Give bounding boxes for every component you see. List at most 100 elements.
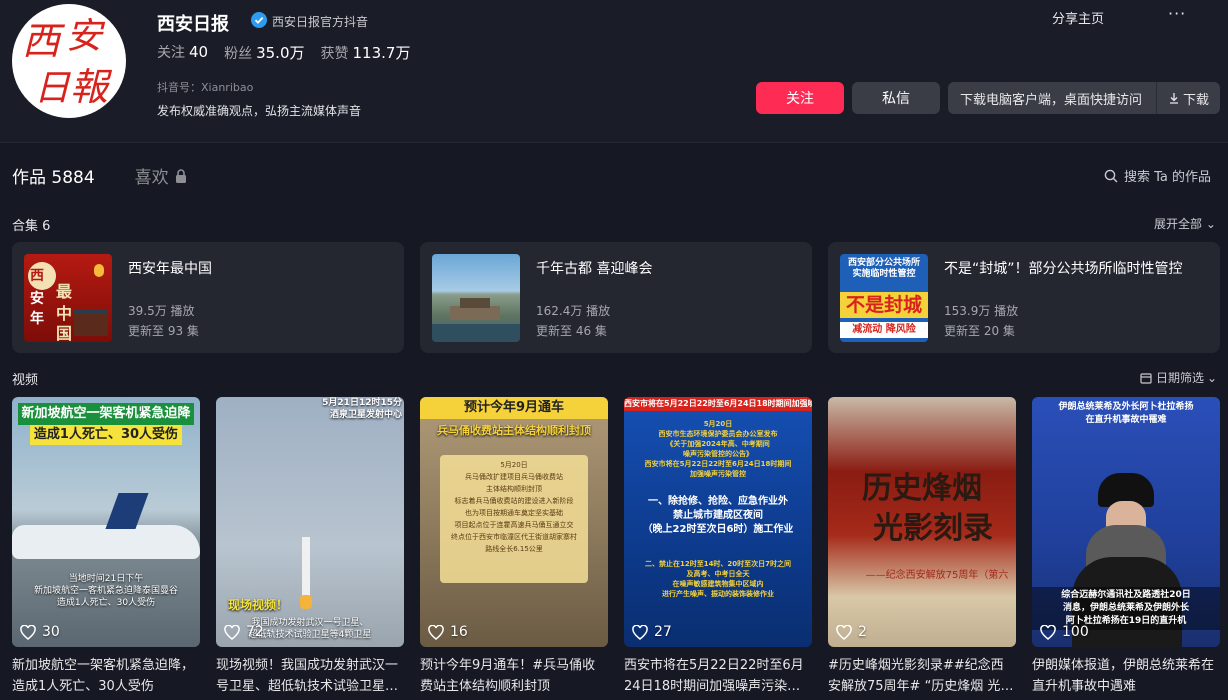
video-overlay-text: 当地时间21日下午 新加坡航空一客机紧急迫降泰国曼谷 造成1人死亡、30人受伤 <box>33 574 178 608</box>
share-profile-link[interactable]: 分享主页 <box>1052 8 1104 27</box>
video-caption[interactable]: 现场视频！我国成功发射武汉一号卫星、超低轨技术试验卫星等4颗卫星 <box>216 655 404 697</box>
stat-value: 113.7万 <box>352 44 411 62</box>
stat-following[interactable]: 关注 40 <box>157 42 208 63</box>
collection-card[interactable]: 千年古都 喜迎峰会 162.4万 播放 更新至 46 集 <box>420 242 812 353</box>
video-overlay-text: 5月20日 兵马俑改扩建项目兵马俑收费站 主体结构顺利封顶 标志着兵马俑收费站的… <box>451 461 577 553</box>
video-card[interactable]: 历史烽烟 光影刻录 ——纪念西安解放75周年（第六 2 #历史峰烟光影刻录##纪… <box>828 397 1016 697</box>
video-likes-count: 27 <box>654 624 672 640</box>
video-thumbnail[interactable]: 预计今年9月通车 兵马俑收费站主体结构顺利封顶 5月20日 兵马俑改扩建项目兵马… <box>420 397 608 647</box>
video-overlay-text: 一、除抢修、抢险、应急作业外 禁止城市建成区夜间 （晚上22时至次日6时）施工作… <box>642 496 794 535</box>
video-likes: 100 <box>1040 624 1089 640</box>
collection-thumb-text: 西安部分公共场所 实施临时性管控 <box>847 258 920 279</box>
video-likes-count: 30 <box>42 624 60 640</box>
avatar-logo: 西 安 日 報 <box>22 16 113 109</box>
video-thumbnail[interactable]: 新加坡航空一架客机紧急迫降 造成1人死亡、30人受伤 当地时间21日下午 新加坡… <box>12 397 200 647</box>
video-card[interactable]: 预计今年9月通车 兵马俑收费站主体结构顺利封顶 5月20日 兵马俑改扩建项目兵马… <box>420 397 608 697</box>
stat-likes: 获赞 113.7万 <box>321 42 411 63</box>
collection-thumb-text: 减流动 降风险 <box>840 322 928 338</box>
avatar-glyph-4: 報 <box>70 65 113 109</box>
collection-episodes: 更新至 93 集 <box>128 324 199 338</box>
avatar[interactable]: 西 安 日 報 <box>12 4 126 118</box>
search-icon <box>1104 169 1118 182</box>
calendar-icon <box>1140 372 1152 384</box>
heart-icon <box>224 624 240 640</box>
video-thumbnail[interactable]: 西安市将在5月22日22时至6月24日18时期间加强噪声污染管控 5月20日 西… <box>624 397 812 647</box>
verified-label: 西安日报官方抖音 <box>272 15 369 29</box>
video-overlay-text: 兵马俑收费站主体结构顺利封顶 <box>437 424 591 437</box>
tab-likes-label: 喜欢 <box>134 168 169 188</box>
more-options-icon[interactable]: ··· <box>1168 4 1186 23</box>
heart-icon <box>428 624 444 640</box>
collection-card[interactable]: 西安部分公共场所 实施临时性管控 不是封城 减流动 降风险 不是“封城”！部分公… <box>828 242 1220 353</box>
date-filter-button[interactable]: 日期筛选 ⌄ <box>1140 369 1217 386</box>
avatar-glyph-3: 日 <box>34 68 71 109</box>
collection-plays: 39.5万 播放 <box>128 304 195 318</box>
collection-thumb-text: 不是封城 <box>840 292 928 318</box>
video-caption[interactable]: 预计今年9月通车！#兵马俑收费站主体结构顺利封顶 <box>420 655 608 697</box>
tab-works-count: 5884 <box>51 168 95 188</box>
video-likes-count: 16 <box>450 624 468 640</box>
videos-title: 视频 <box>12 373 39 388</box>
video-likes: 30 <box>20 624 60 640</box>
video-overlay-text: 伊朗总统莱希及外长阿卜杜拉希扬 在直升机事故中罹难 <box>1058 402 1194 425</box>
tab-works-label: 作品 <box>12 168 46 188</box>
douyin-id: 抖音号：Xianribao <box>157 81 254 94</box>
stat-followers[interactable]: 粉丝 35.0万 <box>224 42 304 63</box>
lock-icon <box>175 168 186 183</box>
video-overlay-text: 造成1人死亡、30人受伤 <box>30 425 182 445</box>
video-overlay-text: 西安市将在5月22日22时至6月24日18时期间加强噪声污染管控 <box>624 397 812 411</box>
collection-thumbnail <box>432 254 520 342</box>
video-likes-count: 100 <box>1062 624 1089 640</box>
collection-thumb-char: 最 <box>56 282 73 301</box>
video-likes-count: 2 <box>858 624 867 640</box>
video-thumbnail[interactable]: 历史烽烟 光影刻录 ——纪念西安解放75周年（第六 2 <box>828 397 1016 647</box>
tab-works[interactable]: 作品 5884 <box>12 163 95 188</box>
download-client-button[interactable]: 下载电脑客户端，桌面快捷访问 下载 <box>948 82 1220 114</box>
search-works-label: 搜索 Ta 的作品 <box>1124 170 1212 185</box>
stat-label: 获赞 <box>320 46 349 62</box>
video-overlay-text: 历史烽烟 <box>862 471 982 506</box>
stat-value: 40 <box>189 43 209 61</box>
tab-likes[interactable]: 喜欢 <box>135 163 187 188</box>
expand-all-button[interactable]: 展开全部 ⌄ <box>1154 215 1216 232</box>
collection-episodes: 更新至 46 集 <box>536 324 607 338</box>
collections-title: 合集 6 <box>12 219 51 234</box>
video-overlay-text: 5月20日 西安市生态环境保护委员会办公室发布 《关于加强2024年高、中考期间… <box>644 420 792 478</box>
download-icon <box>1169 93 1178 104</box>
video-caption[interactable]: 西安市将在5月22日22时至6月24日18时期间加强噪声污染管控 <box>624 655 812 697</box>
video-caption[interactable]: 伊朗媒体报道，伊朗总统莱希在直升机事故中遇难 <box>1032 655 1220 697</box>
heart-icon <box>20 624 36 640</box>
video-overlay-text: 二、禁止在12时至14时、20时至次日7时之间 及高考、中考日全天 在噪声敏感建… <box>644 560 792 598</box>
video-overlay-text: 新加坡航空一架客机紧急迫降 <box>18 403 194 425</box>
avatar-glyph-1: 西 <box>22 19 66 63</box>
download-button[interactable]: 下载 <box>1156 82 1220 114</box>
video-card[interactable]: 伊朗总统莱希及外长阿卜杜拉希扬 在直升机事故中罹难 综合迈赫尔通讯社及路透社20… <box>1032 397 1220 697</box>
stat-label: 粉丝 <box>224 46 253 62</box>
collection-thumb-char: 年 <box>30 311 44 327</box>
collection-title: 千年古都 喜迎峰会 <box>536 261 653 277</box>
video-likes: 16 <box>428 624 468 640</box>
collection-plays: 153.9万 播放 <box>944 304 1019 318</box>
video-thumbnail[interactable]: 伊朗总统莱希及外长阿卜杜拉希扬 在直升机事故中罹难 综合迈赫尔通讯社及路透社20… <box>1032 397 1220 647</box>
video-card[interactable]: 新加坡航空一架客机紧急迫降 造成1人死亡、30人受伤 当地时间21日下午 新加坡… <box>12 397 200 697</box>
date-filter-label: 日期筛选 <box>1156 371 1205 385</box>
profile-header: 西 安 日 報 西安日报 西安日报官方抖音 关注 40 粉丝 35.0万 获赞 113… <box>0 0 1228 143</box>
stat-label: 关注 <box>157 45 185 61</box>
message-button[interactable]: 私信 <box>852 82 940 114</box>
heart-icon <box>632 624 648 640</box>
avatar-glyph-2: 安 <box>66 16 106 57</box>
profile-name: 西安日报 <box>157 14 229 35</box>
video-overlay-text: 5月21日12时15分 酒泉卫星发射中心 <box>322 398 402 420</box>
video-card[interactable]: 西安市将在5月22日22时至6月24日18时期间加强噪声污染管控 5月20日 西… <box>624 397 812 697</box>
video-thumbnail[interactable]: 5月21日12时15分 酒泉卫星发射中心 现场视频！ 我国成功发射武汉一号卫星、… <box>216 397 404 647</box>
video-likes-count: 72 <box>246 624 264 640</box>
video-card[interactable]: 5月21日12时15分 酒泉卫星发射中心 现场视频！ 我国成功发射武汉一号卫星、… <box>216 397 404 697</box>
video-caption[interactable]: #历史峰烟光影刻录##纪念西安解放75周年# “历史烽烟 光影刻录” <box>828 655 1016 697</box>
search-works[interactable]: 搜索 Ta 的作品 <box>1104 166 1211 185</box>
collection-card[interactable]: 西 安 年 最 中 国 西安年最中国 39.5万 播放 更新至 93 集 <box>12 242 404 353</box>
collection-thumbnail: 西 安 年 最 中 国 <box>24 254 112 342</box>
video-caption[interactable]: 新加坡航空一架客机紧急迫降，造成1人死亡、30人受伤 <box>12 655 200 697</box>
follow-button[interactable]: 关注 <box>756 82 844 114</box>
profile-tabs: 作品 5884 喜欢 <box>12 163 187 188</box>
profile-bio: 发布权威准确观点，弘扬主流媒体声音 <box>157 104 362 118</box>
